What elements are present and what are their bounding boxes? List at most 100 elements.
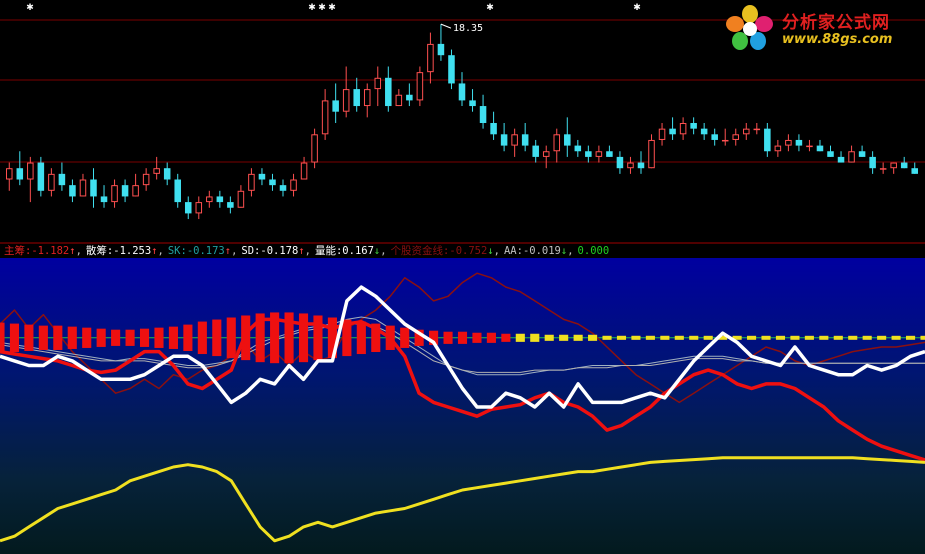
- candle-body: [416, 72, 424, 101]
- legend-value: -0.019: [522, 245, 561, 257]
- candle-body: [837, 156, 845, 163]
- legend-label: 个股资金线:: [390, 245, 450, 257]
- candle-body: [385, 77, 392, 107]
- aa-bar: [891, 335, 901, 340]
- indicator-chart[interactable]: [0, 258, 925, 554]
- aa-bar: [139, 328, 150, 347]
- candle-body: [500, 134, 508, 146]
- candle-body: [700, 128, 708, 135]
- candle-body: [585, 151, 592, 157]
- candle-body: [606, 151, 613, 157]
- aa-bar: [862, 335, 872, 340]
- sk-line: [0, 316, 925, 376]
- logo-title: 分析家公式网: [782, 13, 890, 33]
- aa-bar: [472, 332, 482, 343]
- event-marker-icon: ✱: [318, 3, 326, 13]
- candle-body: [574, 145, 582, 152]
- aa-bar: [747, 335, 757, 340]
- candle-body: [6, 168, 13, 180]
- candle-body: [195, 202, 203, 214]
- candle-body: [711, 134, 718, 140]
- aa-bar: [645, 335, 655, 340]
- candle-body: [237, 190, 245, 208]
- event-marker-icon: ✱: [633, 3, 641, 13]
- site-logo: 分析家公式网 www.88gs.com: [722, 2, 922, 54]
- candle-body: [248, 173, 255, 191]
- candle-body: [669, 128, 676, 135]
- candle-body: [48, 173, 55, 191]
- aa-bar: [356, 321, 366, 355]
- aa-bar: [674, 335, 684, 340]
- candle-body: [827, 151, 834, 157]
- candle-body: [648, 139, 655, 169]
- high-pointer: [440, 23, 452, 29]
- aa-bar: [67, 326, 77, 349]
- flower-logo-icon: [726, 5, 773, 50]
- legend-label: SD:: [241, 245, 261, 257]
- candle-body: [16, 168, 24, 180]
- aa-bar: [588, 334, 598, 341]
- candle-body: [184, 202, 192, 214]
- aa-bar: [775, 335, 786, 340]
- aa-bar: [24, 324, 34, 351]
- aa-bar: [530, 333, 540, 342]
- candle-body: [69, 185, 76, 197]
- legend-item: SD: -0.178↑,: [241, 244, 311, 258]
- aa-bar: [168, 326, 178, 349]
- legend-value: -0.173: [186, 245, 225, 257]
- candle-body: [795, 139, 803, 146]
- candle-body: [258, 173, 266, 180]
- aa-bar: [920, 335, 925, 340]
- aa-bar: [703, 335, 713, 340]
- aa-bar: [154, 327, 164, 348]
- candle-body: [342, 89, 350, 112]
- aa-bar: [515, 333, 525, 342]
- candle-body: [774, 145, 782, 152]
- legend-label: AA:: [503, 245, 523, 257]
- candle-body: [300, 162, 308, 180]
- indicator-panel[interactable]: [0, 258, 925, 554]
- legend-value: 0.167: [342, 245, 374, 257]
- event-marker-icon: ✱: [308, 3, 316, 13]
- aa-bar: [602, 335, 612, 340]
- candle-body: [806, 145, 813, 148]
- legend-separator: ,: [567, 245, 574, 257]
- candle-body: [658, 128, 666, 140]
- stock-chart-window: ✱ ✱ ✱ ✱ ✱ ✱ 18.35 分析家公式网 www.88gs.com 主筹: -1.1…: [0, 0, 925, 554]
- aa-bar: [501, 333, 511, 342]
- candle-body: [848, 151, 855, 163]
- volume-energy-line: [0, 456, 925, 543]
- candle-body: [690, 123, 697, 129]
- candle-body: [37, 162, 45, 191]
- legend-item: 量能: 0.167↓,: [315, 244, 387, 258]
- candle-body: [490, 123, 497, 135]
- candle-body: [111, 185, 118, 203]
- aa-bar: [226, 317, 236, 359]
- candle-body: [374, 77, 382, 90]
- legend-item: 散筹: -1.253↑,: [86, 244, 164, 258]
- candle-body: [564, 134, 571, 146]
- legend-separator: ,: [380, 245, 387, 257]
- aa-bar: [761, 335, 771, 340]
- candle-body: [521, 134, 529, 146]
- legend-item: 0.000: [578, 244, 610, 258]
- legend-separator: ,: [75, 245, 82, 257]
- candle-body: [121, 185, 129, 197]
- candle-body: [890, 162, 897, 169]
- aa-bar: [0, 322, 5, 354]
- legend-value: 0.000: [577, 245, 610, 257]
- aa-bar: [197, 321, 207, 355]
- aa-bar: [877, 335, 887, 340]
- candle-body: [79, 179, 87, 197]
- aa-bar: [573, 334, 583, 341]
- event-marker-icon: ✱: [486, 3, 494, 13]
- candle-body: [785, 139, 792, 146]
- candle-body: [206, 196, 213, 203]
- indicator-legend: 主筹: -1.182↑, 散筹: -1.253↑, SK: -0.173↑, SD: …: [0, 244, 925, 258]
- aa-bar: [833, 335, 843, 340]
- legend-item: 个股资金线: -0.752↓,: [391, 244, 500, 258]
- candle-body: [363, 89, 371, 107]
- candle-body: [469, 100, 476, 107]
- candle-body: [732, 134, 740, 140]
- legend-separator: ,: [231, 245, 238, 257]
